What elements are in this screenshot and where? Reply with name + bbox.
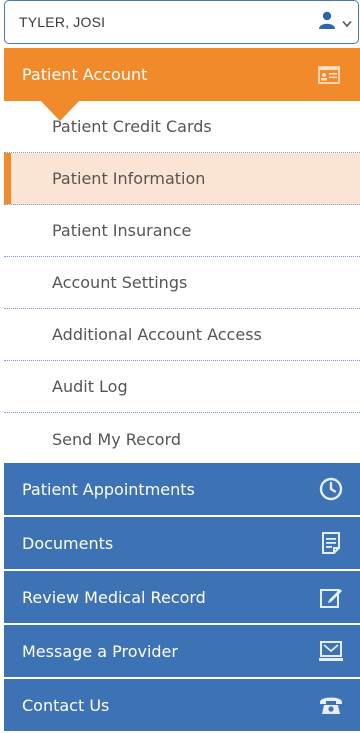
- submenu-item-label: Audit Log: [52, 377, 128, 396]
- message-icon: [318, 638, 344, 664]
- submenu-item-label: Patient Insurance: [52, 221, 192, 240]
- menu-item-label: Message a Provider: [22, 641, 178, 661]
- menu-item-patient-appointments[interactable]: Patient Appointments: [4, 463, 360, 515]
- menu-item-message-a-provider[interactable]: Message a Provider: [4, 625, 360, 677]
- menu-item-label: Review Medical Record: [22, 587, 206, 607]
- menu-item-label: Patient Appointments: [22, 479, 195, 499]
- edit-record-icon: [318, 584, 344, 610]
- patient-selector[interactable]: TYLER, JOSI: [4, 0, 359, 44]
- patient-account-label: Patient Account: [22, 65, 148, 84]
- submenu-item-label: Additional Account Access: [52, 325, 262, 344]
- patient-account-header[interactable]: Patient Account: [4, 48, 360, 101]
- main-menu: Patient Appointments Documents Review Me…: [4, 463, 360, 733]
- submenu-item-patient-credit-cards[interactable]: Patient Credit Cards: [4, 101, 360, 153]
- document-icon: [318, 530, 344, 556]
- menu-item-review-medical-record[interactable]: Review Medical Record: [4, 571, 360, 623]
- menu-item-contact-us[interactable]: Contact Us: [4, 679, 360, 731]
- chevron-down-icon: [342, 13, 352, 32]
- clock-icon: [318, 476, 344, 502]
- menu-item-label: Contact Us: [22, 695, 110, 715]
- submenu-item-label: Account Settings: [52, 273, 188, 292]
- submenu-item-patient-information[interactable]: Patient Information: [4, 153, 360, 205]
- phone-icon: [318, 692, 344, 718]
- menu-item-label: Documents: [22, 533, 114, 553]
- submenu-item-patient-insurance[interactable]: Patient Insurance: [4, 205, 360, 257]
- submenu-item-label: Patient Information: [52, 169, 206, 188]
- patient-account-submenu: Patient Credit Cards Patient Information…: [4, 101, 360, 465]
- id-card-icon: [316, 62, 342, 88]
- user-icon: [318, 11, 336, 33]
- submenu-item-label: Send My Record: [52, 429, 182, 449]
- submenu-item-account-settings[interactable]: Account Settings: [4, 257, 360, 309]
- menu-item-documents[interactable]: Documents: [4, 517, 360, 569]
- submenu-item-send-my-record[interactable]: Send My Record: [4, 413, 360, 465]
- submenu-item-label: Patient Credit Cards: [52, 117, 212, 136]
- submenu-item-additional-account-access[interactable]: Additional Account Access: [4, 309, 360, 361]
- submenu-item-audit-log[interactable]: Audit Log: [4, 361, 360, 413]
- patient-name: TYLER, JOSI: [19, 14, 106, 30]
